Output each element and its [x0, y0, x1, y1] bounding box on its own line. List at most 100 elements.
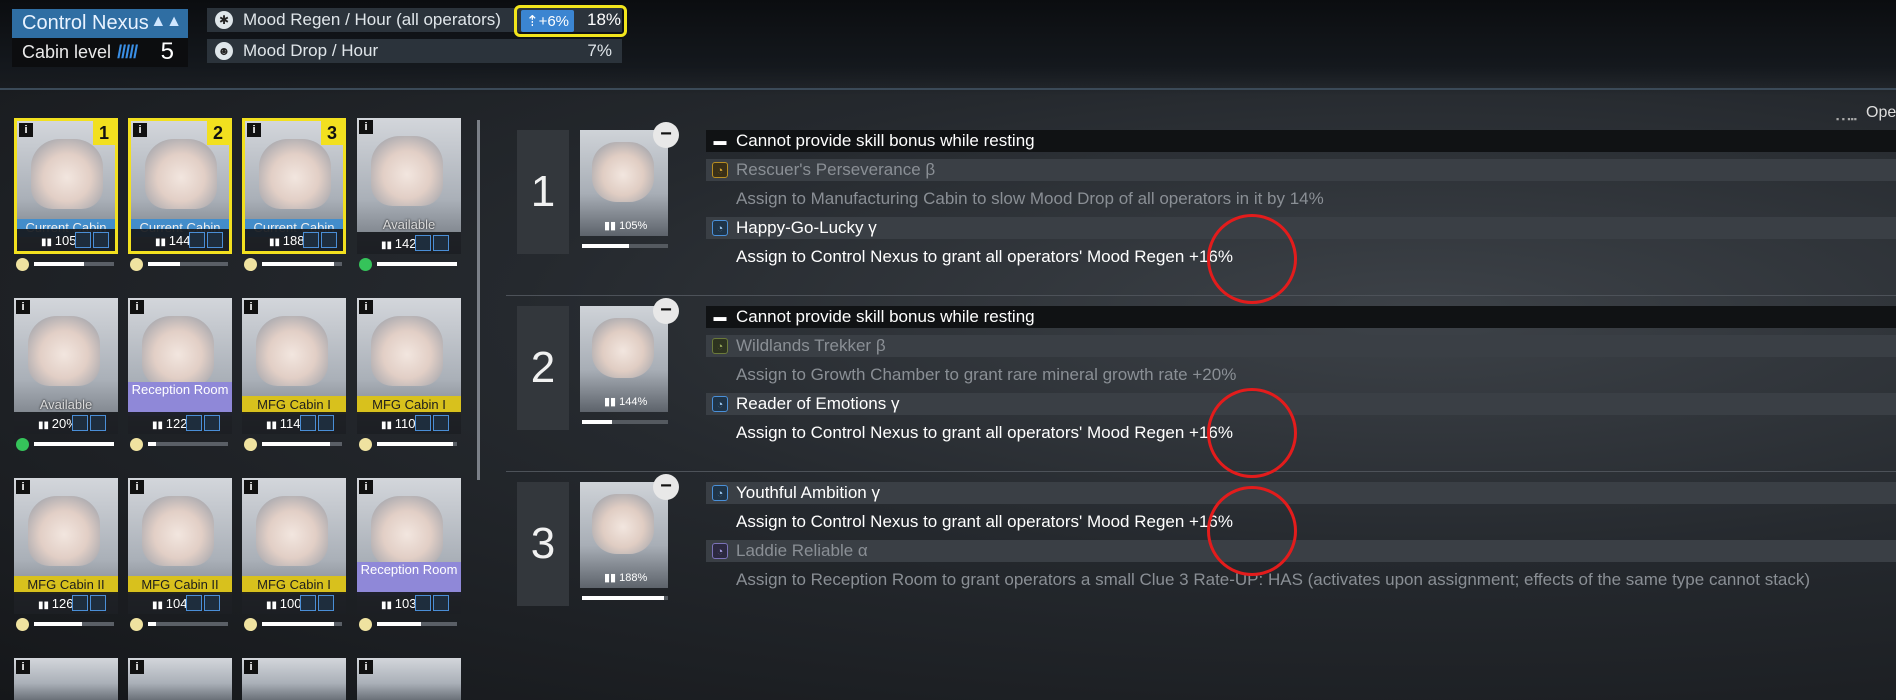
skill-icon [415, 595, 431, 611]
skill-icon [318, 595, 334, 611]
mood-bar [359, 618, 459, 631]
remove-operator-button[interactable]: − [653, 122, 679, 148]
operator-card[interactable]: i [242, 658, 346, 700]
remove-operator-button[interactable]: − [653, 474, 679, 500]
skill-icon [300, 595, 316, 611]
skill-name: Reader of Emotions γ ◔ [706, 393, 1896, 415]
operator-portrait [142, 496, 214, 566]
mood-bar [130, 438, 230, 451]
operator-card[interactable]: iMFG Cabin I110% [357, 298, 461, 434]
bed-icon: ▬ [713, 133, 727, 148]
slot-operator-portrait[interactable]: ▮▮ 105% [580, 130, 668, 236]
info-icon[interactable]: i [359, 120, 373, 134]
slot-efficiency: ▮▮ 188% [604, 572, 648, 584]
slot-operator-portrait[interactable]: ▮▮ 144% [580, 306, 668, 412]
operator-portrait [28, 316, 100, 386]
skill-icon [90, 595, 106, 611]
operator-card[interactable]: iReception Room103% [357, 478, 461, 614]
skill-icon [433, 595, 449, 611]
operator-card[interactable]: iAvailable20% [14, 298, 118, 434]
skill-description: Assign to Reception Room to grant operat… [706, 569, 1896, 591]
mood-fill [34, 442, 114, 446]
operator-face [592, 142, 654, 202]
cabin-level-value: 5 [160, 38, 174, 65]
operator-card[interactable]: iMFG Cabin I114% [242, 298, 346, 434]
operator-card[interactable]: i3Current Cabin188% [242, 118, 346, 254]
skill-description: Assign to Control Nexus to grant all ope… [706, 511, 1896, 533]
mood-drop-label: Mood Drop / Hour [243, 41, 379, 60]
skill-icon [72, 415, 88, 431]
operator-card[interactable]: i [14, 658, 118, 700]
operator-card[interactable]: iAvailable142% [357, 118, 461, 254]
info-icon[interactable]: i [130, 660, 144, 674]
resting-notice: Cannot provide skill bonus while resting… [706, 130, 1896, 152]
operator-card[interactable]: iMFG Cabin II104% [128, 478, 232, 614]
operator-card[interactable]: iMFG Cabin II126% [14, 478, 118, 614]
skill-icon [318, 415, 334, 431]
bed-icon: ▬ [713, 309, 727, 324]
mood-fill [377, 622, 421, 626]
grid-scrollbar[interactable] [477, 120, 480, 480]
remove-operator-button[interactable]: − [653, 298, 679, 324]
cabin-level: Cabin level ///// 5 [12, 38, 188, 67]
info-icon[interactable]: i [130, 300, 144, 314]
header-divider [0, 88, 1896, 90]
page-indicator: ▪ ▪ ▪▪▪ [1836, 114, 1857, 124]
operator-card[interactable]: i [357, 658, 461, 700]
mood-face-icon [244, 258, 257, 271]
annotation-circle [1207, 486, 1297, 576]
skill-name: Rescuer's Perseverance β ◔ [706, 159, 1896, 181]
operator-card[interactable]: iMFG Cabin I100% [242, 478, 346, 614]
slot-number-badge: 1 [93, 121, 115, 145]
info-icon[interactable]: i [16, 660, 30, 674]
slot-mood-fill [582, 596, 664, 600]
top-right-label[interactable]: Ope [1866, 104, 1896, 122]
info-icon[interactable]: i [16, 480, 30, 494]
operator-card[interactable]: iReception Room122% [128, 298, 232, 434]
mood-bar [130, 258, 230, 271]
slot-operator-portrait[interactable]: ▮▮ 188% [580, 482, 668, 588]
skill-icon [204, 415, 220, 431]
row-text: Cannot provide skill bonus while resting [736, 131, 1035, 150]
skill-icon [75, 232, 91, 248]
row-text: Assign to Control Nexus to grant all ope… [736, 247, 1233, 266]
info-icon[interactable]: i [359, 300, 373, 314]
operator-portrait [256, 316, 328, 386]
info-icon[interactable]: i [19, 123, 33, 137]
skill-icon [189, 232, 205, 248]
mood-regen-icon: ✱ [215, 11, 233, 29]
mood-face-icon [16, 438, 29, 451]
operator-card[interactable]: i [128, 658, 232, 700]
row-text: Assign to Control Nexus to grant all ope… [736, 423, 1233, 442]
operator-card[interactable]: i2Current Cabin144% [128, 118, 232, 254]
info-icon[interactable]: i [244, 660, 258, 674]
operator-card[interactable]: i1Current Cabin105% [14, 118, 118, 254]
info-icon[interactable]: i [244, 480, 258, 494]
operator-portrait [256, 496, 328, 566]
mood-fill [262, 622, 334, 626]
info-icon[interactable]: i [359, 480, 373, 494]
info-icon[interactable]: i [247, 123, 261, 137]
mood-drop-stat: ☻ Mood Drop / Hour 7% [207, 39, 622, 63]
slot-divider [506, 295, 1896, 296]
skill-icon [204, 595, 220, 611]
operator-portrait [142, 316, 214, 386]
operator-location: Reception Room [128, 382, 232, 416]
mood-bar [16, 258, 116, 271]
row-text: Assign to Growth Chamber to grant rare m… [736, 365, 1237, 384]
info-icon[interactable]: i [16, 300, 30, 314]
info-icon[interactable]: i [359, 660, 373, 674]
info-icon[interactable]: i [133, 123, 147, 137]
skill-name: Happy-Go-Lucky γ ◔ [706, 217, 1896, 239]
operator-portrait [371, 136, 443, 206]
mood-fill [34, 622, 82, 626]
skill-name: Laddie Reliable α ◔ [706, 540, 1896, 562]
room-name: Control Nexus [22, 12, 149, 34]
mood-face-icon [244, 438, 257, 451]
info-icon[interactable]: i [130, 480, 144, 494]
info-icon[interactable]: i [244, 300, 258, 314]
mood-bar [244, 618, 344, 631]
slot-number: 2 [517, 306, 569, 430]
operator-location: Reception Room [357, 562, 461, 596]
row-text: Assign to Control Nexus to grant all ope… [736, 512, 1233, 531]
